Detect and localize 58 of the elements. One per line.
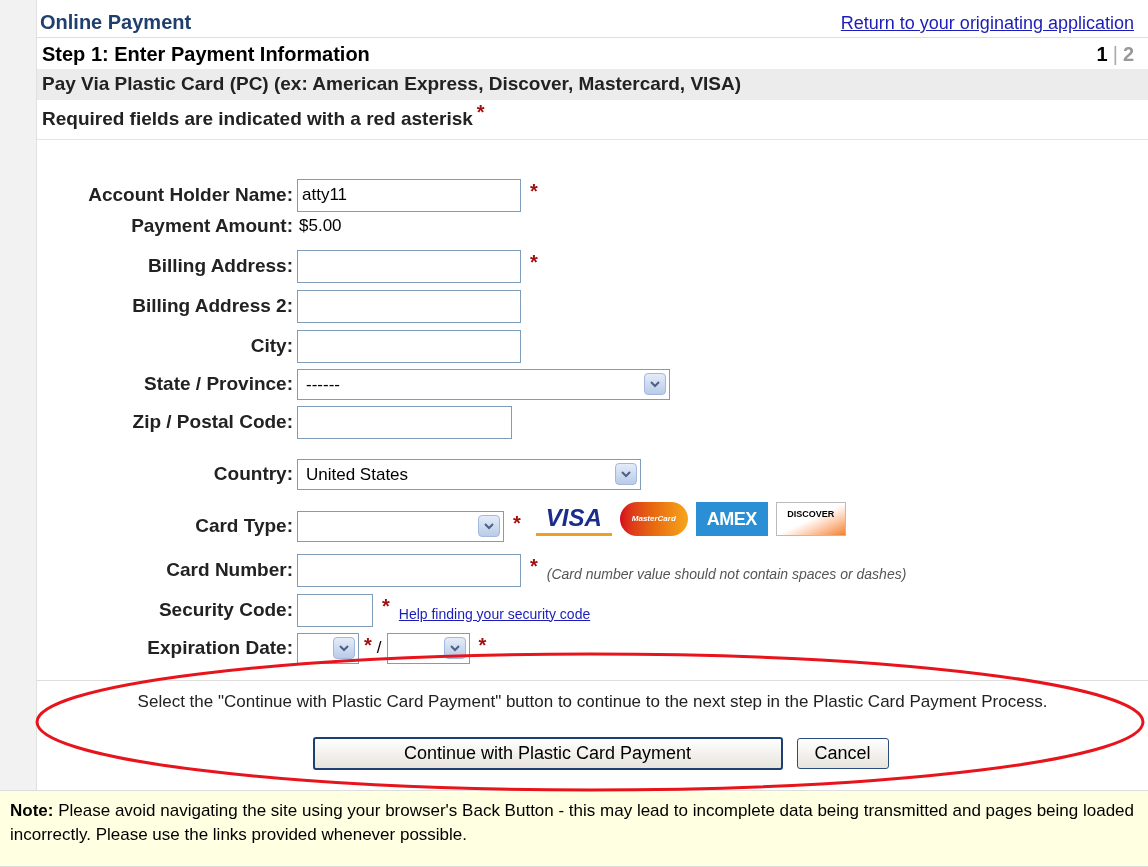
field-label: Country: [212,461,294,486]
dropdown-value: United States [306,465,409,485]
section-title: Pay Via Plastic Card (PC) (ex: American Express, Discover, Mastercard, VISA) [37,69,1148,100]
dropdown-value: ------ [306,375,340,395]
cancel-button[interactable]: Cancel [796,737,889,769]
amex-logo: AMEX [695,502,768,536]
hint-text: (Card number value should not contain spaces or dashes) [546,564,907,584]
mastercard-logo: MasterCard [619,502,688,536]
dropdown[interactable] [297,510,504,542]
field-label: Card Type: [194,513,294,538]
caret-icon [615,463,637,485]
input-field[interactable] [297,249,521,283]
field-label: Payment Amount: [130,213,294,238]
return-link[interactable]: Return to your originating application [840,10,1134,37]
required-asterisk: * [513,512,521,533]
discover-logo: DISCOVER [775,502,846,536]
date-separator: / [376,637,382,660]
step-title: Step 1: Enter Payment Information [42,41,370,67]
input-field[interactable] [297,405,512,439]
required-note: Required fields are indicated with a red asterisk [42,107,473,132]
caret-icon [644,373,666,395]
required-asterisk: * [382,595,390,616]
field-label: City: [249,333,294,358]
dropdown[interactable] [386,632,470,664]
field-label: Billing Address: [147,253,294,278]
input-field[interactable] [297,289,521,323]
field-label: Billing Address 2: [131,293,294,318]
required-asterisk: * [478,634,487,655]
field-value: $5.00 [298,215,342,238]
step-number: 1 [1096,41,1108,67]
required-asterisk: * [530,180,538,201]
step-separator: | [1112,41,1118,67]
visa-logo: VISA [535,502,612,536]
help-link[interactable]: Help finding your security code [398,603,591,625]
field-label: Zip / Postal Code: [131,409,294,434]
dropdown[interactable]: ------ [297,368,670,400]
instruction-text: Select the "Continue with Plastic Card Payment" button to continue to the next step in the Plastic Card Payment Process. [137,692,1048,711]
continue-button[interactable]: Continue with Plastic Card Payment [312,736,783,770]
dropdown[interactable] [297,632,359,664]
caret-icon [478,515,500,537]
note-text: Note: Please avoid navigating the site using your browser's Back Button - this may lead to incomplete data being transmitted and pages being loaded incorrectly. Please use the links provided whenever possible. [10,800,1135,846]
input-field[interactable] [297,553,521,587]
required-asterisk: * [530,251,538,272]
field-label: Security Code: [157,597,294,622]
required-asterisk: * [476,102,485,122]
required-asterisk: * [530,555,538,576]
step-number: 2 [1122,41,1134,67]
input-field[interactable] [297,593,373,627]
input-field[interactable]: atty11 [297,178,521,212]
field-label: State / Province: [143,371,294,396]
caret-icon [333,637,355,659]
required-asterisk: * [364,634,372,655]
field-label: Card Number: [165,557,294,582]
input-field[interactable] [297,329,521,363]
dropdown[interactable]: United States [297,458,641,490]
field-label: Expiration Date: [146,635,294,660]
page-title: Online Payment [40,10,192,35]
field-label: Account Holder Name: [87,182,294,207]
